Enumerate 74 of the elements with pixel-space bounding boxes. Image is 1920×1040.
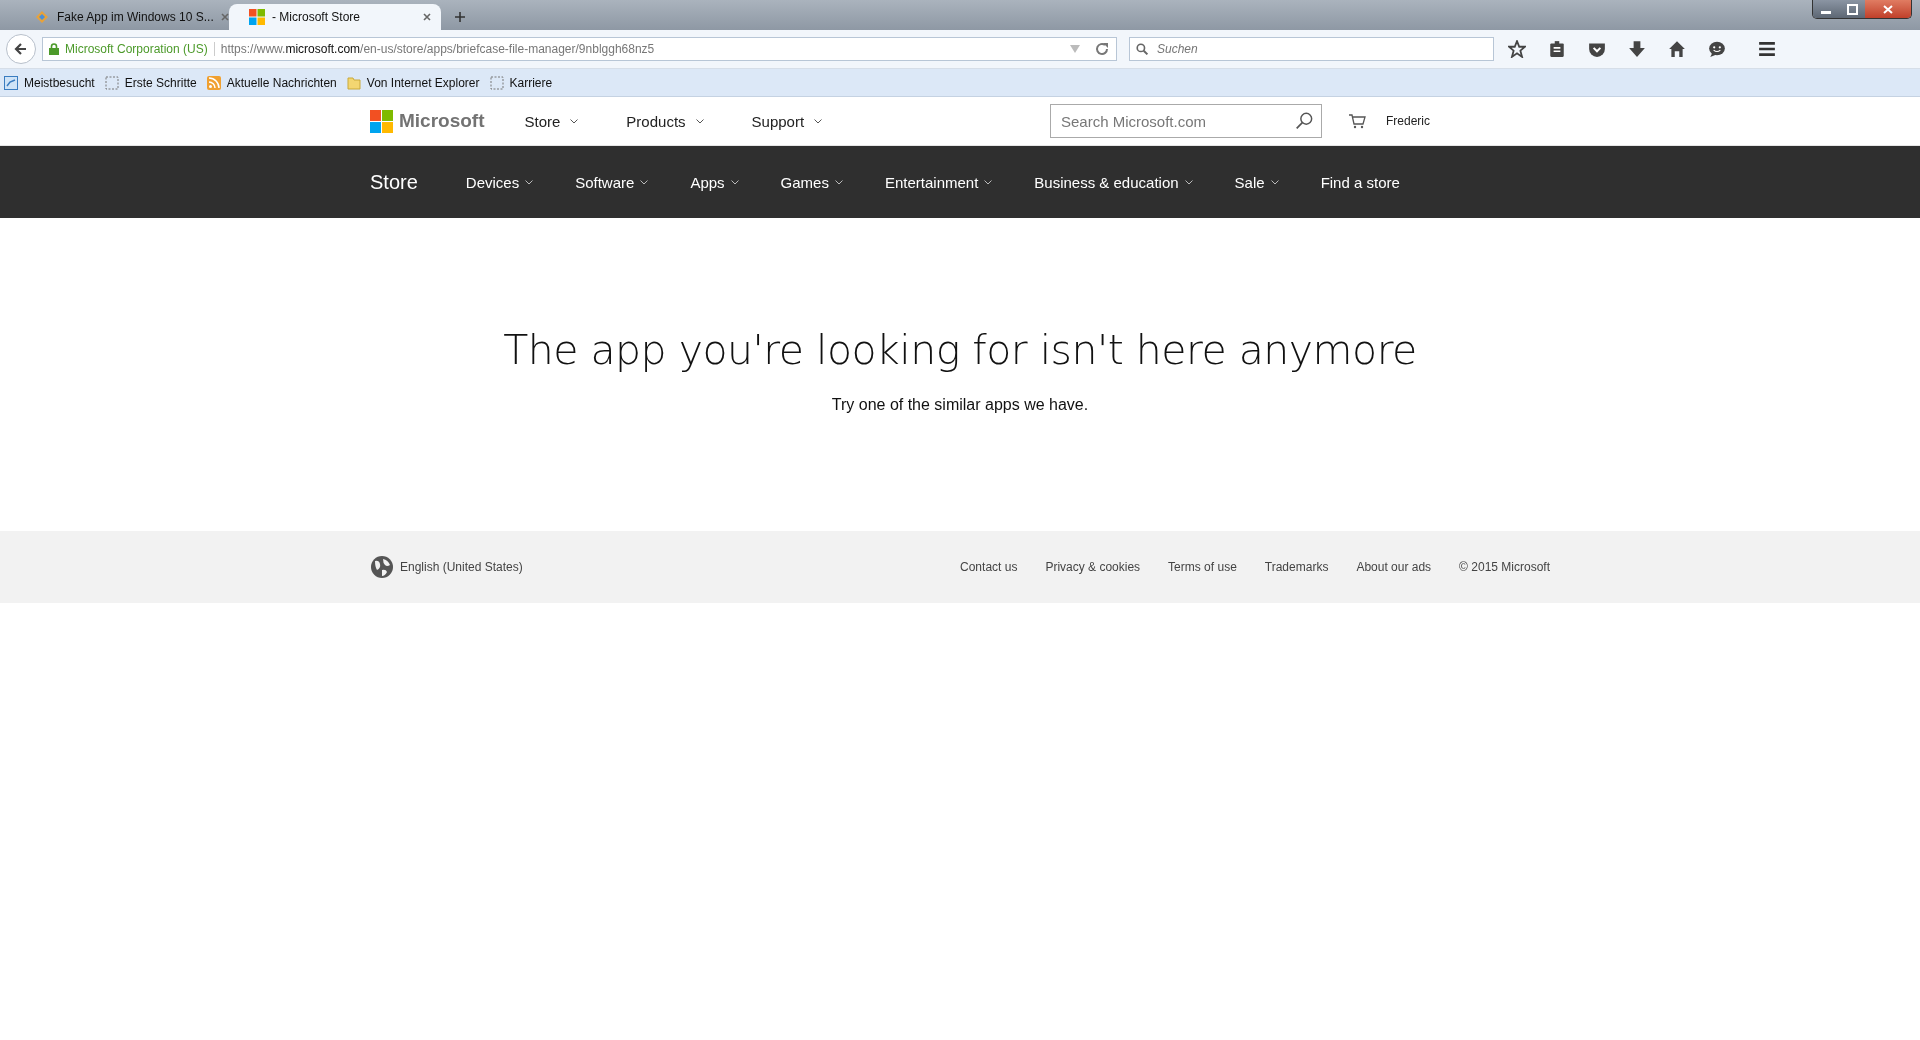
page-subtext: Try one of the similar apps we have.: [830, 396, 1090, 414]
browser-tab[interactable]: Fake App im Windows 10 S...: [14, 4, 229, 30]
address-bar[interactable]: Microsoft Corporation (US) https://www.microsoft.com/en-us/store/apps/briefcase-file-manager/9nblggh68nz5: [42, 37, 1117, 61]
bookmark[interactable]: Erste Schritte: [104, 75, 197, 90]
caret-icon: [695, 118, 704, 124]
store-menu-item[interactable]: Business & education: [1034, 173, 1193, 191]
back-arrow-icon: [13, 41, 29, 57]
restore-icon[interactable]: [1839, 0, 1865, 18]
store-title-link[interactable]: Store: [370, 170, 418, 194]
close-icon[interactable]: [1865, 0, 1911, 18]
search-input[interactable]: Suchen: [1155, 41, 1487, 57]
store-menu-item[interactable]: Entertainment: [884, 173, 993, 191]
home-icon[interactable]: [1668, 40, 1686, 58]
footer-link[interactable]: Trademarks: [1264, 560, 1329, 574]
bookmark[interactable]: Karriere: [489, 75, 553, 90]
nav-menu-item[interactable]: Store: [524, 112, 579, 130]
page-heading: The app you're looking for isn't here anymore: [502, 326, 1418, 374]
url-text: https://www.microsoft.com/en-us/store/apps/briefcase-file-manager/9nblggh68nz5: [220, 42, 655, 56]
store-menu-item[interactable]: Games: [780, 173, 843, 191]
caret-icon: [1270, 179, 1279, 185]
globe-icon: [370, 555, 394, 579]
back-button[interactable]: [6, 34, 36, 64]
microsoft-logo-icon: [370, 109, 393, 133]
footer-link[interactable]: About our ads: [1356, 560, 1432, 574]
lock-icon: [49, 43, 59, 55]
nav-menu-item[interactable]: Support: [751, 112, 823, 130]
windows-logo-icon: [249, 9, 265, 25]
search-field[interactable]: Search Microsoft.com: [1050, 104, 1322, 138]
locale-link[interactable]: English (United States): [400, 560, 523, 574]
search-icon: [1136, 42, 1149, 56]
bookmark[interactable]: Von Internet Explorer: [346, 75, 480, 90]
store-menu-item[interactable]: Devices: [465, 173, 534, 191]
browser-tab[interactable]: - Microsoft Store: [229, 4, 441, 30]
caret-icon: [984, 179, 993, 185]
caret-icon: [814, 118, 823, 124]
search-icon: [1295, 112, 1313, 130]
new-tab-icon[interactable]: [455, 12, 465, 22]
dashed-page-icon: [104, 75, 119, 90]
user-name-link[interactable]: Frederic: [1386, 114, 1430, 128]
bookmark[interactable]: Aktuelle Nachrichten: [206, 75, 337, 90]
menu-icon[interactable]: [1758, 40, 1776, 58]
clipboard-icon[interactable]: [1548, 40, 1566, 58]
chart-icon: [4, 75, 18, 90]
store-menu-item[interactable]: Find a store: [1320, 173, 1400, 191]
caret-icon: [525, 179, 534, 185]
microsoft-logo[interactable]: Microsoft: [370, 109, 485, 133]
site-identity: Microsoft Corporation (US): [65, 42, 215, 56]
store-menu-item[interactable]: Apps: [690, 173, 739, 191]
copyright-text: © 2015 Microsoft: [1459, 560, 1550, 574]
tab-favicon-icon: [34, 9, 50, 25]
pocket-icon[interactable]: [1588, 40, 1606, 58]
footer-link[interactable]: Privacy & cookies: [1045, 560, 1141, 574]
chat-icon[interactable]: [1708, 40, 1726, 58]
bookmark[interactable]: Meistbesucht: [4, 75, 95, 90]
store-menu-item[interactable]: Sale: [1234, 173, 1279, 191]
caret-icon: [640, 179, 649, 185]
dashed-page-icon: [489, 75, 504, 90]
cart-icon[interactable]: [1348, 113, 1366, 129]
search-field[interactable]: Suchen: [1129, 37, 1494, 61]
caret-icon: [834, 179, 843, 185]
nav-menu-item[interactable]: Products: [626, 112, 704, 130]
reload-icon[interactable]: [1094, 41, 1110, 57]
store-menu-item[interactable]: Software: [575, 173, 649, 191]
caret-icon: [1184, 179, 1193, 185]
caret-icon: [570, 118, 579, 124]
minimize-icon[interactable]: [1813, 0, 1839, 18]
rss-feed-icon: [206, 75, 221, 90]
caret-icon: [730, 179, 739, 185]
folder-icon: [346, 75, 361, 90]
download-icon[interactable]: [1628, 40, 1646, 58]
close-icon[interactable]: [423, 13, 431, 21]
footer-link[interactable]: Terms of use: [1168, 560, 1237, 574]
footer-link[interactable]: Contact us: [960, 560, 1018, 574]
star-icon[interactable]: [1508, 40, 1526, 58]
